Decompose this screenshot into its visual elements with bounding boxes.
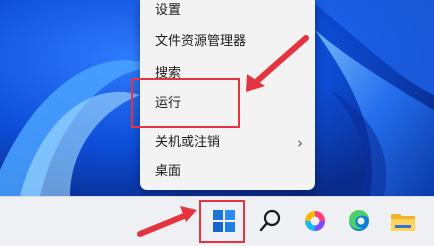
copilot-icon: [305, 211, 325, 231]
chevron-right-icon: ›: [297, 134, 303, 152]
search-button[interactable]: [252, 203, 288, 239]
folder-icon: [391, 214, 415, 231]
menu-item-file-explorer[interactable]: 文件资源管理器: [140, 27, 315, 57]
copilot-button[interactable]: [297, 203, 333, 239]
file-explorer-button[interactable]: [385, 203, 421, 239]
menu-item-label: 桌面: [155, 164, 182, 179]
run-highlight-box: [131, 78, 240, 128]
menu-item-label: 关机或注销: [155, 135, 221, 150]
menu-item-label: 文件资源管理器: [155, 34, 247, 49]
menu-item-shutdown-or-sign-out[interactable]: 关机或注销 ›: [140, 128, 315, 158]
menu-item-desktop[interactable]: 桌面: [140, 157, 315, 187]
menu-item-label: 设置: [155, 3, 182, 18]
menu-item-settings[interactable]: 设置: [140, 0, 315, 26]
edge-browser-icon: [348, 209, 369, 231]
edge-button[interactable]: [341, 203, 377, 239]
search-icon: [259, 209, 281, 232]
start-highlight-box: [199, 200, 245, 243]
